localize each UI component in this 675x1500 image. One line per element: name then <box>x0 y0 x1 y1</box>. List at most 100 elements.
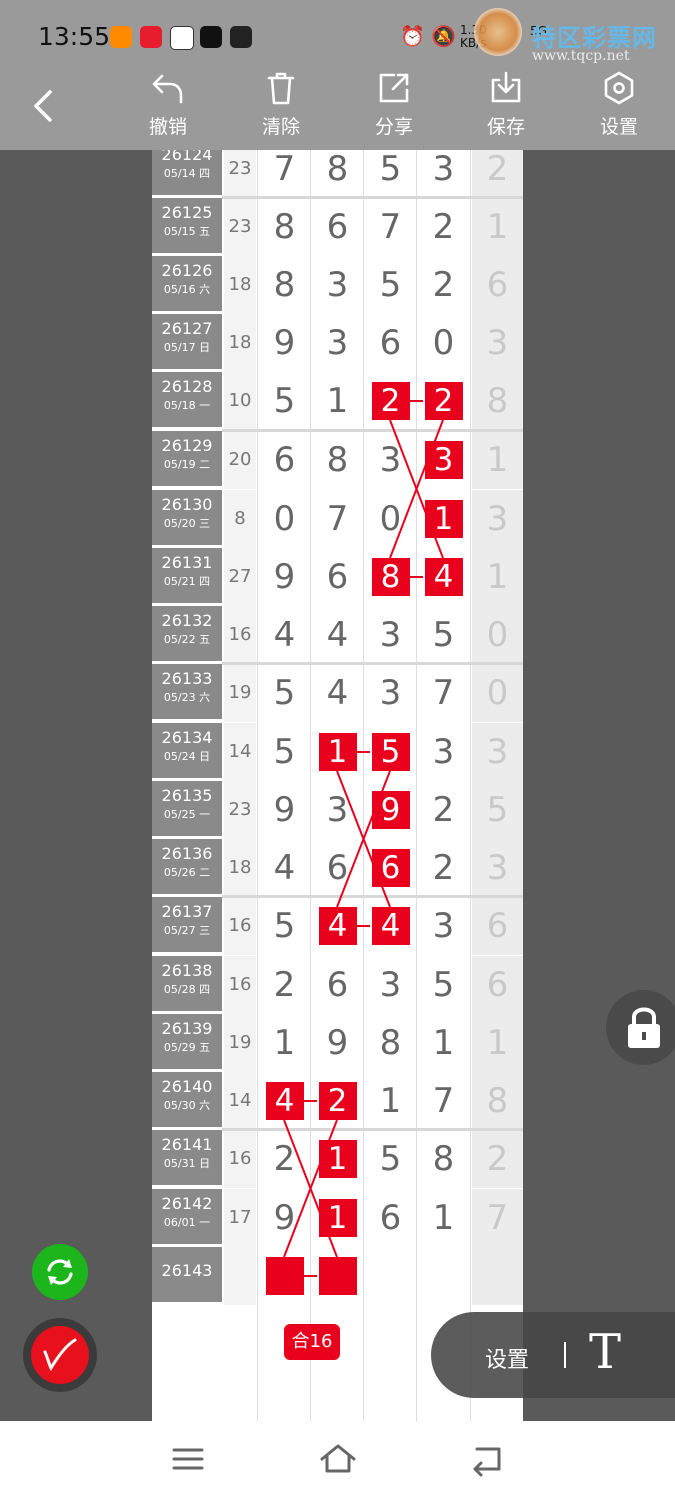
digit-cell[interactable]: 4 <box>364 897 417 955</box>
digit-cell[interactable]: 1 <box>417 1014 470 1072</box>
digit-cell[interactable]: 1 <box>417 1189 470 1247</box>
digit-cell[interactable]: 2 <box>417 372 470 430</box>
digit-cell[interactable]: 9 <box>258 781 311 839</box>
digit-cell[interactable]: 2 <box>258 1130 311 1188</box>
digit-cell[interactable]: 5 <box>417 606 470 664</box>
digit-cell[interactable] <box>364 1247 417 1305</box>
digit-cell[interactable]: 5 <box>258 897 311 955</box>
digit-cell[interactable]: 3 <box>417 431 470 489</box>
digit-cell[interactable]: 8 <box>258 256 311 314</box>
lock-button[interactable] <box>606 990 675 1065</box>
digit-cell[interactable]: 1 <box>417 490 470 548</box>
digit-cell[interactable]: 2 <box>417 198 470 256</box>
draw-date: 06/01 一 <box>163 1216 211 1229</box>
digit-cell[interactable]: 9 <box>258 548 311 606</box>
digit-cell[interactable]: 8 <box>417 1130 470 1188</box>
digit-cell[interactable]: 5 <box>364 723 417 781</box>
digit-cell[interactable]: 5 <box>417 956 470 1014</box>
digit-cell[interactable]: 0 <box>364 490 417 548</box>
digit-cell[interactable]: 8 <box>364 548 417 606</box>
digit-cell[interactable]: 8 <box>311 150 364 198</box>
digit-cell[interactable]: 5 <box>364 1130 417 1188</box>
digit-cell[interactable]: 0 <box>417 314 470 372</box>
digit-cell[interactable]: 6 <box>311 839 364 897</box>
digit-cell[interactable]: 5 <box>364 150 417 198</box>
digit-cell[interactable]: 4 <box>417 548 470 606</box>
digit-cell[interactable]: 1 <box>258 1014 311 1072</box>
undo-button[interactable]: 撤销 <box>128 70 208 145</box>
digit-cell[interactable]: 4 <box>311 664 364 722</box>
digit-cell[interactable]: 1 <box>311 723 364 781</box>
lottery-chart-board[interactable]: 26124 05/14 四 23 7 8 5 3 2 26125 05/15 五 23 8 6 7 2 1 26… <box>152 150 523 1421</box>
digit-cell[interactable]: 1 <box>311 1130 364 1188</box>
pen-button[interactable] <box>23 1318 97 1392</box>
digit-cell[interactable]: 2 <box>417 256 470 314</box>
digit-cell[interactable]: 5 <box>258 723 311 781</box>
pill-settings-label[interactable]: 设置 <box>485 1342 529 1374</box>
digit-cell[interactable]: 5 <box>258 372 311 430</box>
digit-cell[interactable]: 3 <box>364 956 417 1014</box>
digit-cell[interactable]: 3 <box>417 150 470 198</box>
digit-cell[interactable]: 2 <box>417 839 470 897</box>
refresh-button[interactable] <box>32 1244 88 1300</box>
digit-cell[interactable]: 7 <box>311 490 364 548</box>
digit-cell[interactable]: 4 <box>311 606 364 664</box>
digit-cell[interactable]: 9 <box>364 781 417 839</box>
back-button[interactable] <box>30 86 60 126</box>
watermark-url: www.tqcp.net <box>532 48 630 64</box>
digit-cell[interactable]: 5 <box>258 664 311 722</box>
digit-cell[interactable]: 9 <box>258 314 311 372</box>
digit-cell[interactable]: 1 <box>311 372 364 430</box>
settings-button[interactable]: 设置 <box>579 70 659 145</box>
digit-cell[interactable]: 7 <box>417 664 470 722</box>
digit-cell[interactable]: 6 <box>364 839 417 897</box>
sum-cell: 18 <box>224 839 256 897</box>
digit-cell[interactable]: 5 <box>364 256 417 314</box>
digit-cell[interactable]: 1 <box>311 1189 364 1247</box>
home-nav-button[interactable] <box>318 1439 358 1479</box>
digit-cell[interactable]: 4 <box>258 839 311 897</box>
digit-cell[interactable]: 6 <box>364 1189 417 1247</box>
back-nav-button[interactable] <box>467 1439 507 1479</box>
digit-cell[interactable] <box>417 1247 470 1305</box>
digit-cell[interactable]: 2 <box>364 372 417 430</box>
clear-button[interactable]: 清除 <box>241 70 321 145</box>
digit-cell[interactable]: 6 <box>258 431 311 489</box>
digit-cell[interactable]: 2 <box>258 956 311 1014</box>
digit-cell[interactable]: 6 <box>311 548 364 606</box>
digit-cell[interactable]: 2 <box>311 1072 364 1130</box>
digit-cell[interactable]: 6 <box>311 198 364 256</box>
digit-cell[interactable]: 4 <box>311 897 364 955</box>
settings-pill[interactable]: 设置 T <box>431 1312 675 1398</box>
digit-cell[interactable]: 2 <box>417 781 470 839</box>
digit-cell[interactable]: 4 <box>258 1072 311 1130</box>
digit-cell[interactable]: 7 <box>258 150 311 198</box>
digit-cell[interactable]: 3 <box>364 606 417 664</box>
digit-cell[interactable]: 3 <box>311 314 364 372</box>
digit-cell[interactable]: 3 <box>417 723 470 781</box>
share-button[interactable]: 分享 <box>354 70 434 145</box>
digit-cell[interactable] <box>258 1247 311 1305</box>
digit-cell[interactable]: 3 <box>364 431 417 489</box>
text-tool-icon[interactable]: T <box>589 1324 621 1380</box>
digit-cell[interactable]: 3 <box>417 897 470 955</box>
digit-cell[interactable]: 4 <box>258 606 311 664</box>
digit-cell[interactable]: 7 <box>364 198 417 256</box>
digit-cell[interactable]: 3 <box>311 256 364 314</box>
digit-cell[interactable]: 3 <box>364 664 417 722</box>
digit-cell[interactable]: 3 <box>311 781 364 839</box>
digit-cell[interactable]: 1 <box>364 1072 417 1130</box>
digit-cell[interactable]: 0 <box>258 490 311 548</box>
sum-badge[interactable]: 合16 <box>284 1324 340 1360</box>
digit-cell[interactable] <box>311 1247 364 1305</box>
digit-cell[interactable]: 9 <box>311 1014 364 1072</box>
digit-cell[interactable]: 8 <box>311 431 364 489</box>
digit-cell[interactable]: 7 <box>417 1072 470 1130</box>
digit-cell[interactable]: 6 <box>364 314 417 372</box>
menu-nav-button[interactable] <box>168 1439 208 1479</box>
digit-cell[interactable]: 8 <box>364 1014 417 1072</box>
digit-cell[interactable]: 6 <box>311 956 364 1014</box>
digit-cell[interactable]: 8 <box>258 198 311 256</box>
save-button[interactable]: 保存 <box>466 70 546 145</box>
digit-cell[interactable]: 9 <box>258 1189 311 1247</box>
